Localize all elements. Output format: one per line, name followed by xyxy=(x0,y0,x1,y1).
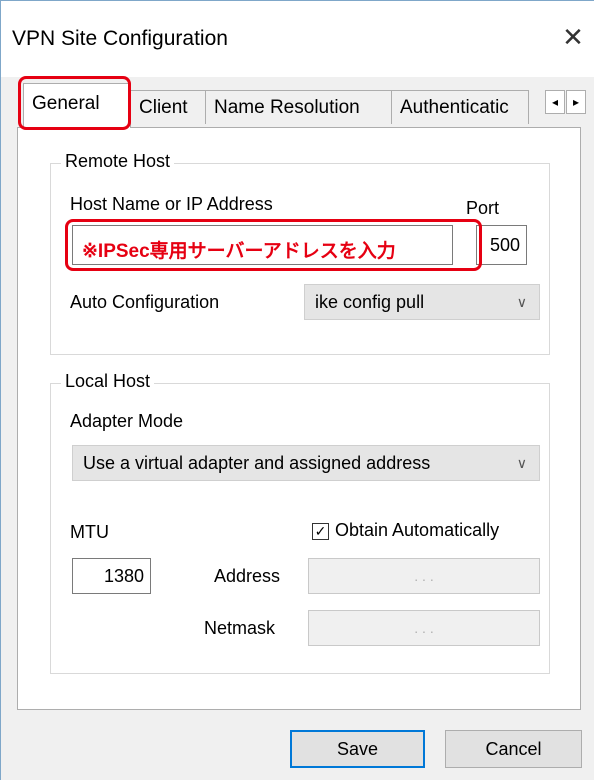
window-title: VPN Site Configuration xyxy=(12,27,228,50)
auto-config-label: Auto Configuration xyxy=(70,292,220,312)
cancel-button[interactable]: Cancel xyxy=(445,730,582,768)
port-input[interactable]: 500 xyxy=(476,225,527,265)
tab-authentication[interactable]: Authenticatic xyxy=(391,90,529,124)
tab-scroll-left-icon[interactable]: ◂ xyxy=(545,90,565,114)
adapter-mode-label: Adapter Mode xyxy=(70,411,184,431)
netmask-label: Netmask xyxy=(204,618,276,638)
close-icon[interactable]: ✕ xyxy=(559,23,587,51)
adapter-mode-value: Use a virtual adapter and assigned addre… xyxy=(83,453,431,473)
auto-config-value: ike config pull xyxy=(315,292,425,312)
obtain-automatically-label: Obtain Automatically xyxy=(335,520,500,540)
tab-label: Client xyxy=(139,97,188,118)
title-bar: VPN Site Configuration ✕ xyxy=(1,1,594,77)
address-label: Address xyxy=(214,566,281,586)
address-input: . . . xyxy=(308,558,540,594)
save-button[interactable]: Save xyxy=(290,730,425,768)
adapter-mode-select[interactable]: Use a virtual adapter and assigned addre… xyxy=(72,445,540,481)
remote-host-legend: Remote Host xyxy=(61,151,175,172)
general-tab-panel: Remote Host Host Name or IP Address Port… xyxy=(17,127,581,710)
chevron-down-icon: ∨ xyxy=(516,455,527,471)
mtu-label: MTU xyxy=(70,522,109,542)
tab-name-resolution[interactable]: Name Resolution xyxy=(205,90,392,124)
local-host-legend: Local Host xyxy=(61,371,155,392)
mtu-input[interactable]: 1380 xyxy=(72,558,151,594)
auto-config-select[interactable]: ike config pull ∨ xyxy=(304,284,540,320)
tab-client[interactable]: Client xyxy=(130,90,206,124)
netmask-input: . . . xyxy=(308,610,540,646)
tab-scroll-right-icon[interactable]: ▸ xyxy=(566,90,586,114)
host-name-label: Host Name or IP Address xyxy=(70,194,273,214)
tab-label: Name Resolution xyxy=(214,97,360,118)
tab-label: Authenticatic xyxy=(400,97,509,118)
obtain-automatically-checkbox[interactable]: ✓ xyxy=(312,523,329,540)
vpn-site-config-dialog: VPN Site Configuration ✕ General Client … xyxy=(0,0,594,780)
port-label: Port xyxy=(466,198,500,218)
general-tab-highlight-box xyxy=(18,76,131,130)
chevron-down-icon: ∨ xyxy=(516,294,527,310)
host-annotation-text: ※IPSec専用サーバーアドレスを入力 xyxy=(82,241,396,262)
